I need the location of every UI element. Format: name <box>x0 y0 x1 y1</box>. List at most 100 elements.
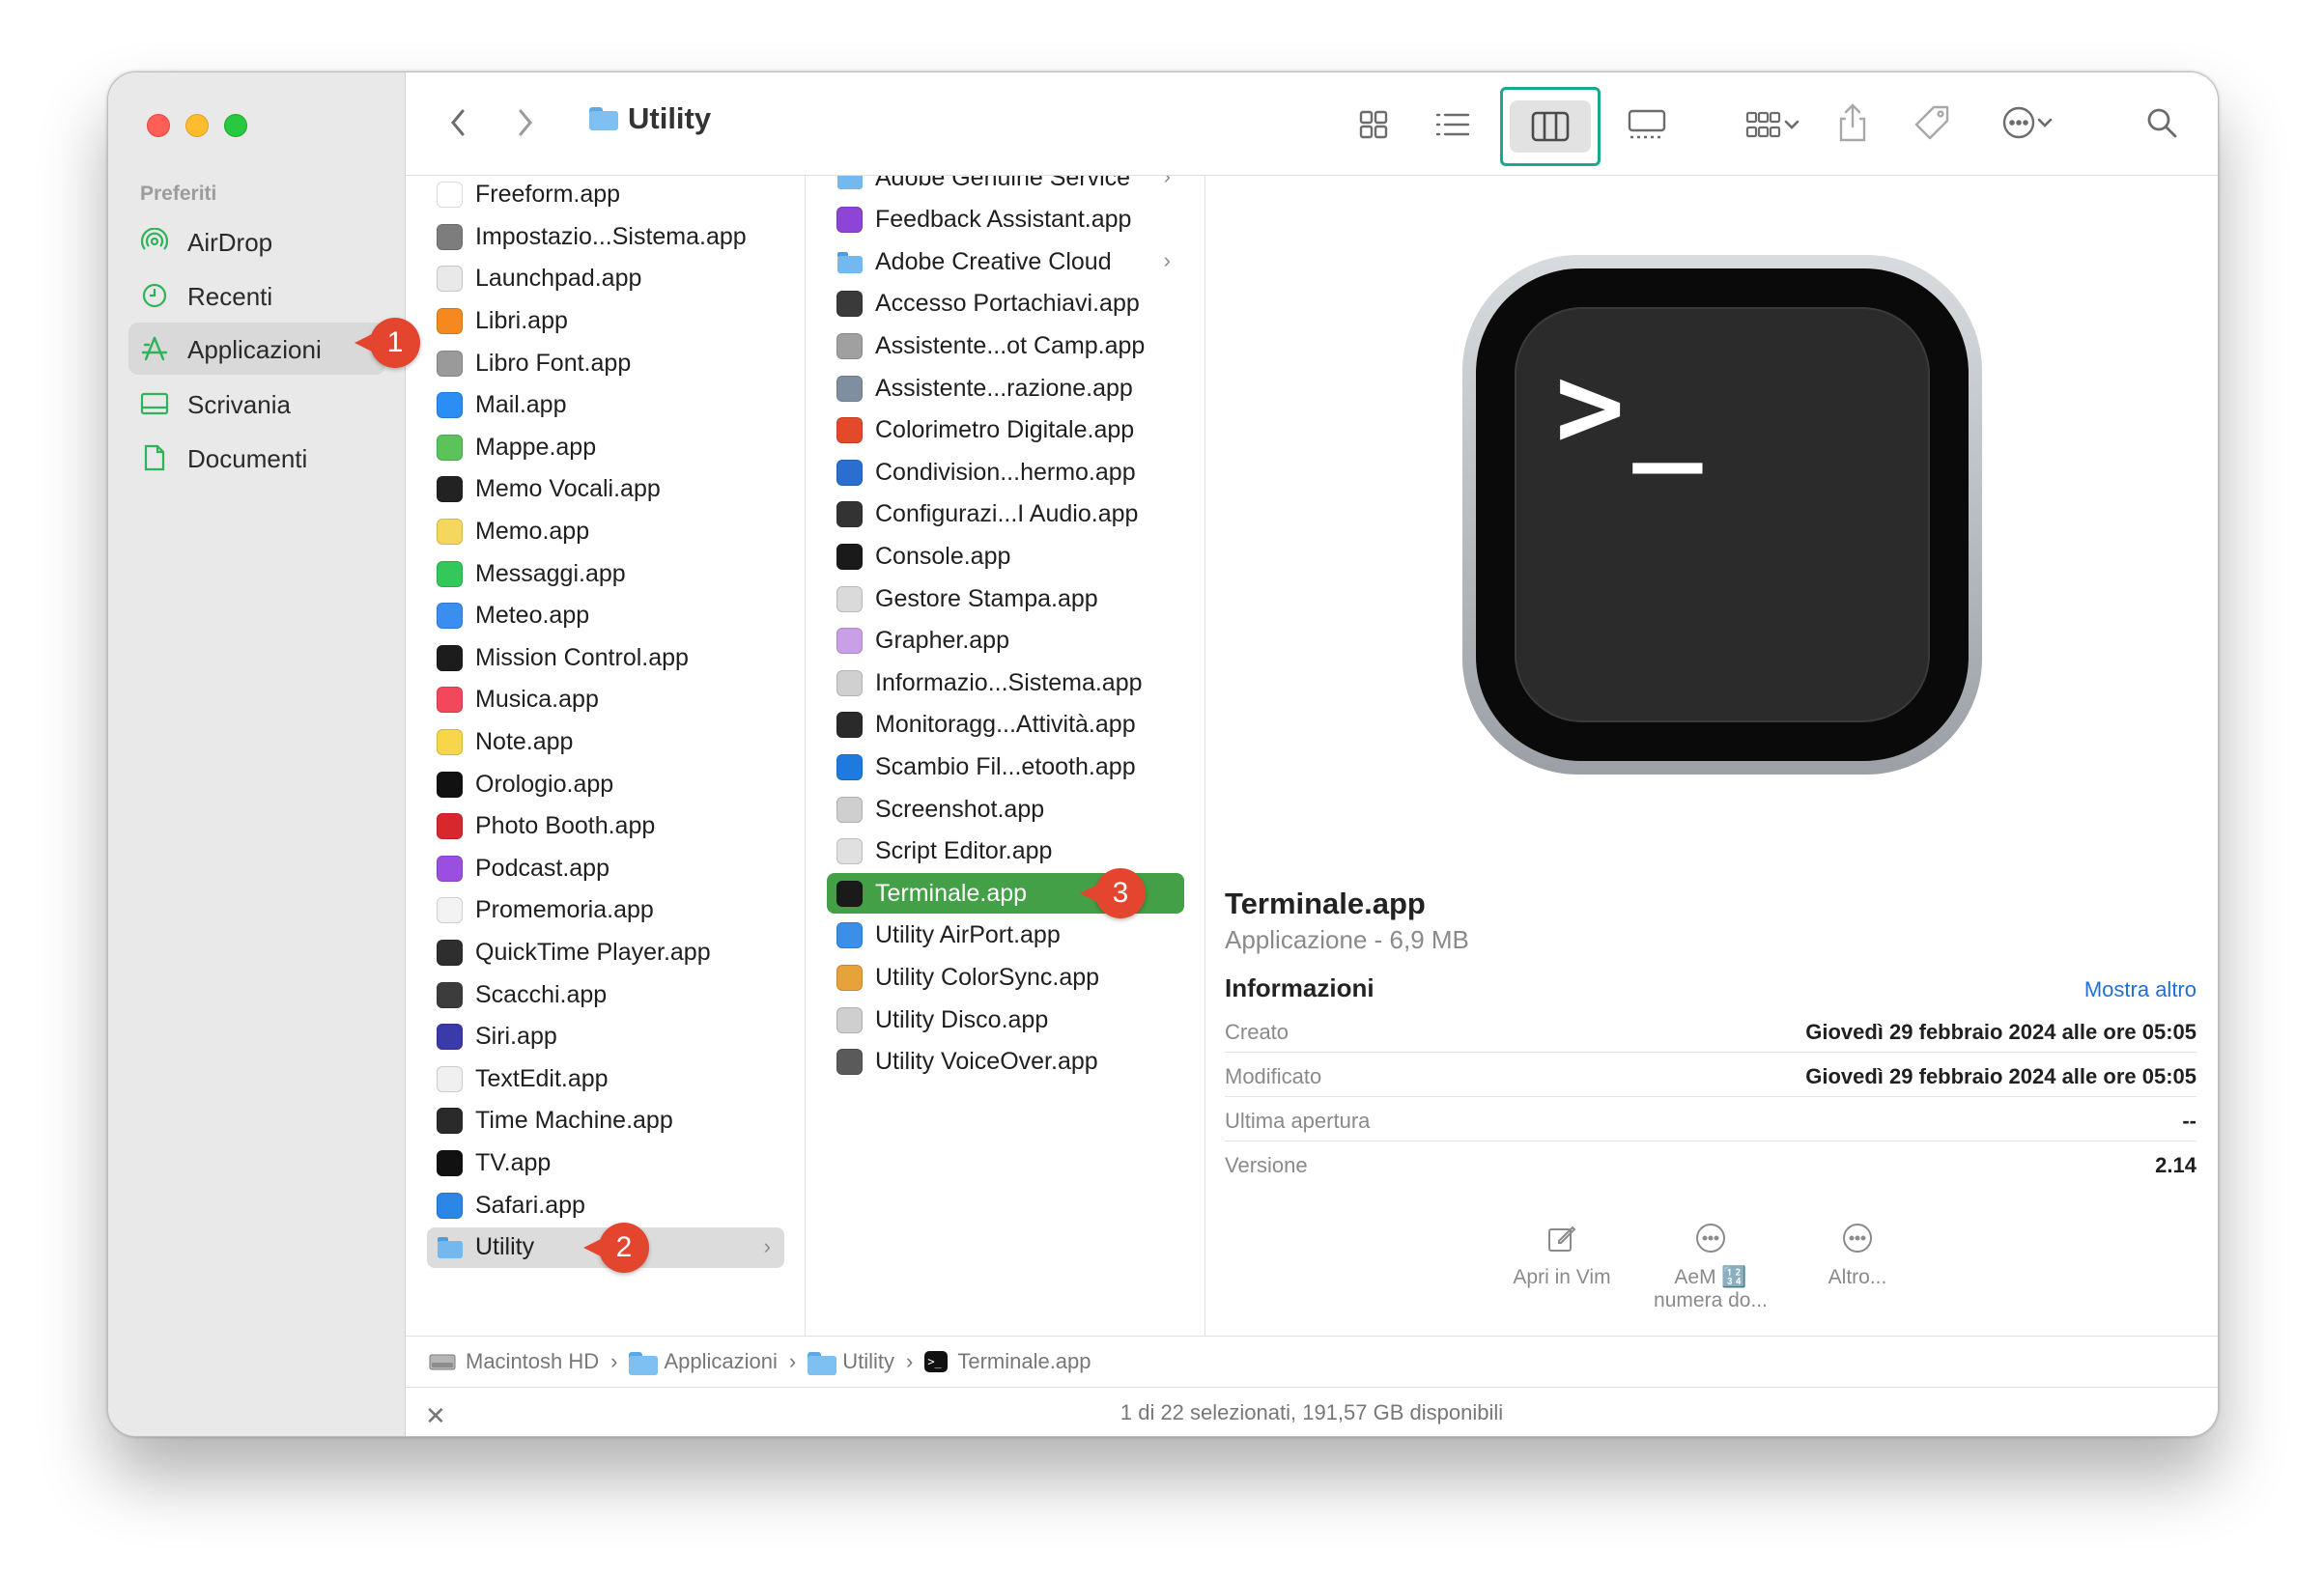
list-item[interactable]: Grapher.app <box>827 621 1184 662</box>
app-icon <box>437 434 463 461</box>
list-item[interactable]: Libro Font.app <box>427 343 784 383</box>
list-item[interactable]: Adobe Genuine Service › <box>827 176 1184 198</box>
path-segment-terminale[interactable]: >_ Terminale.app <box>924 1349 1091 1374</box>
list-item[interactable]: Memo Vocali.app <box>427 469 784 510</box>
list-item[interactable]: QuickTime Player.app <box>427 932 784 972</box>
list-item[interactable]: Mappe.app <box>427 427 784 467</box>
close-window-button[interactable] <box>147 114 170 137</box>
app-icon <box>836 543 863 570</box>
list-item[interactable]: Utility Disco.app <box>827 1000 1184 1040</box>
sidebar-item-label: AirDrop <box>187 228 273 257</box>
list-item[interactable]: Monitoragg...Attività.app <box>827 705 1184 746</box>
list-item[interactable]: Messaggi.app <box>427 553 784 594</box>
minimize-window-button[interactable] <box>185 114 209 137</box>
list-item[interactable]: Orologio.app <box>427 764 784 804</box>
list-item[interactable]: Promemoria.app <box>427 890 784 931</box>
list-item[interactable]: Mail.app <box>427 385 784 426</box>
preview-file-name: Terminale.app <box>1225 887 1426 920</box>
app-icon <box>437 897 463 924</box>
list-item[interactable]: Safari.app <box>427 1185 784 1226</box>
list-item-label: Memo Vocali.app <box>475 475 661 503</box>
list-item[interactable]: Gestore Stampa.app <box>827 578 1184 619</box>
sidebar-item-applicazioni[interactable]: Applicazioni <box>128 323 385 375</box>
list-item[interactable]: Siri.app <box>427 1017 784 1057</box>
tag-button[interactable] <box>1911 101 1953 144</box>
list-item[interactable]: Scacchi.app <box>427 974 784 1015</box>
step-badge-3: 3 <box>1080 868 1146 919</box>
list-item[interactable]: Assistente...razione.app <box>827 368 1184 409</box>
list-item[interactable]: Impostazio...Sistema.app <box>427 216 784 257</box>
list-item[interactable]: TextEdit.app <box>427 1058 784 1099</box>
list-item[interactable]: Podcast.app <box>427 848 784 888</box>
list-item[interactable]: Configurazi...I Audio.app <box>827 494 1184 535</box>
list-item[interactable]: Informazio...Sistema.app <box>827 662 1184 703</box>
action-label: Apri in Vim <box>1513 1266 1611 1288</box>
action-menu-button[interactable] <box>1996 103 2059 142</box>
sidebar-item-recenti[interactable]: Recenti <box>128 269 385 322</box>
list-item[interactable]: Condivision...hermo.app <box>827 452 1184 493</box>
share-button[interactable] <box>1833 99 1872 146</box>
zoom-window-button[interactable] <box>224 114 247 137</box>
desktop-icon <box>140 390 169 417</box>
list-item[interactable]: Console.app <box>827 536 1184 577</box>
app-icon <box>437 1149 463 1176</box>
list-item[interactable]: Note.app <box>427 721 784 762</box>
list-item[interactable]: Scambio Fil...etooth.app <box>827 747 1184 787</box>
list-item[interactable]: Utility AirPort.app <box>827 916 1184 956</box>
group-by-button[interactable] <box>1737 105 1808 144</box>
search-button[interactable] <box>2142 103 2181 142</box>
list-item[interactable]: Utility ColorSync.app <box>827 957 1184 998</box>
sidebar-item-airdrop[interactable]: AirDrop <box>128 215 385 268</box>
gallery-view-button[interactable] <box>1625 105 1669 144</box>
list-item-label: TextEdit.app <box>475 1064 609 1092</box>
list-item[interactable]: Launchpad.app <box>427 259 784 299</box>
column-utility[interactable]: Adobe Genuine Service › Feedback Assistant… <box>806 176 1205 1336</box>
path-segment-macintosh-hd[interactable]: Macintosh HD <box>429 1349 599 1374</box>
forward-button[interactable] <box>508 103 543 142</box>
list-item[interactable]: Utility VoiceOver.app <box>827 1042 1184 1083</box>
list-item[interactable]: Screenshot.app <box>827 789 1184 830</box>
list-item[interactable]: Meteo.app <box>427 596 784 636</box>
list-item[interactable]: Photo Booth.app <box>427 806 784 847</box>
app-icon <box>437 1192 463 1219</box>
list-item-label: Mission Control.app <box>475 643 689 671</box>
action-aem-numera[interactable]: AeM 🔢 numera do... <box>1648 1222 1773 1312</box>
action-open-in-vim[interactable]: Apri in Vim <box>1499 1222 1625 1289</box>
list-item[interactable]: Adobe Creative Cloud › <box>827 241 1184 282</box>
icon-view-button[interactable] <box>1354 105 1393 144</box>
app-icon <box>836 207 863 234</box>
list-item[interactable]: Freeform.app <box>427 176 784 215</box>
list-view-button[interactable] <box>1431 105 1474 144</box>
column-applicazioni[interactable]: Foto.appFreeform.appImpostazio...Sistema… <box>406 176 806 1336</box>
search-icon <box>2147 108 2177 138</box>
show-more-link[interactable]: Mostra altro <box>2084 977 2196 1002</box>
list-item-label: Utility VoiceOver.app <box>875 1048 1098 1076</box>
info-row-modified: Modificato Giovedì 29 febbraio 2024 alle… <box>1225 1053 2196 1097</box>
list-item[interactable]: Script Editor.app <box>827 831 1184 872</box>
list-item[interactable]: Libri.app <box>427 300 784 341</box>
list-item[interactable]: TV.app <box>427 1142 784 1183</box>
list-item[interactable]: Time Machine.app <box>427 1101 784 1141</box>
back-button[interactable] <box>440 103 475 142</box>
list-item[interactable]: Colorimetro Digitale.app <box>827 410 1184 451</box>
info-key: Versione <box>1225 1153 1308 1177</box>
list-item[interactable]: Assistente...ot Camp.app <box>827 325 1184 366</box>
sidebar-item-documenti[interactable]: Documenti <box>128 432 385 484</box>
app-icon <box>836 332 863 359</box>
app-icon <box>437 560 463 587</box>
list-item[interactable]: Accesso Portachiavi.app <box>827 284 1184 324</box>
column-view-button[interactable] <box>1500 87 1601 166</box>
app-icon <box>437 1065 463 1092</box>
list-item[interactable]: Memo.app <box>427 511 784 551</box>
path-segment-applicazioni[interactable]: Applicazioni <box>629 1349 778 1375</box>
list-item[interactable]: Musica.app <box>427 680 784 720</box>
path-segment-utility[interactable]: Utility <box>808 1349 894 1375</box>
list-item-label: Siri.app <box>475 1023 557 1051</box>
action-more[interactable]: Altro... <box>1795 1222 1920 1289</box>
path-bar: Macintosh HD › Applicazioni › Utility › … <box>406 1336 2218 1388</box>
finder-window: Preferiti AirDrop Recenti Applicazioni S… <box>107 71 2219 1437</box>
info-key: Modificato <box>1225 1064 1322 1088</box>
sidebar-item-scrivania[interactable]: Scrivania <box>128 378 385 430</box>
list-item[interactable]: Mission Control.app <box>427 637 784 678</box>
list-item[interactable]: Feedback Assistant.app <box>827 200 1184 240</box>
